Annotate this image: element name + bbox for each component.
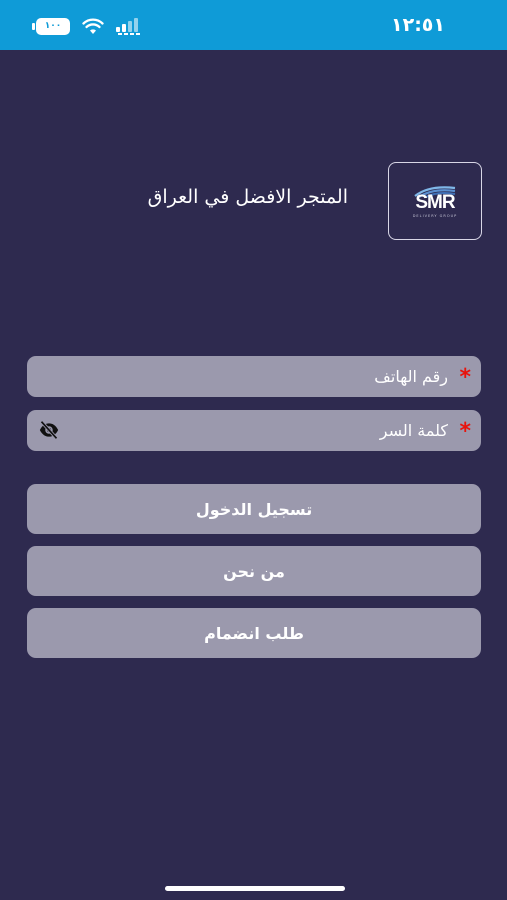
eye-off-icon[interactable]	[38, 420, 60, 440]
wifi-icon	[82, 18, 104, 34]
status-bar: ١٠٠ ١٢:٥١	[0, 0, 507, 50]
header: SMR DELIVERY GROUP المتجر الافضل في العر…	[0, 162, 507, 240]
phone-field[interactable]: *	[27, 356, 481, 397]
logo-text: SMR	[415, 192, 455, 213]
status-icons: ١٠٠	[32, 15, 141, 37]
app-logo: SMR DELIVERY GROUP	[388, 162, 482, 240]
join-request-button[interactable]: طلب انضمام	[27, 608, 481, 658]
password-input[interactable]	[68, 410, 448, 451]
password-field[interactable]: *	[27, 410, 481, 451]
phone-input[interactable]	[68, 356, 448, 397]
logo-subtext: DELIVERY GROUP	[412, 214, 458, 218]
about-us-button[interactable]: من نحن	[27, 546, 481, 596]
required-indicator: *	[459, 365, 471, 390]
tagline: المتجر الافضل في العراق	[147, 186, 348, 208]
login-button[interactable]: تسجيل الدخول	[27, 484, 481, 534]
signal-icon	[116, 18, 140, 35]
battery-level: ١٠٠	[44, 21, 62, 31]
home-indicator[interactable]	[165, 886, 345, 891]
status-time: ١٢:٥١	[391, 14, 445, 36]
required-indicator: *	[459, 419, 471, 444]
battery-icon: ١٠٠	[32, 17, 70, 35]
